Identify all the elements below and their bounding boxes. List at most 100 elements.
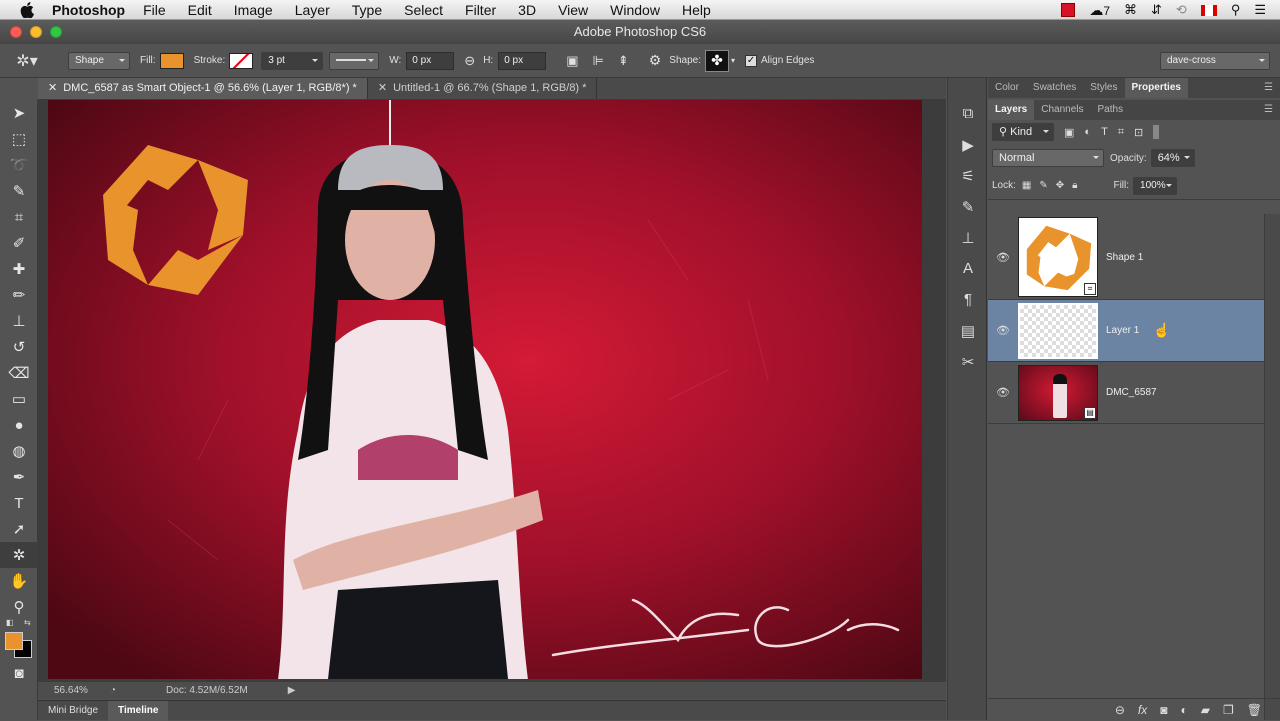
tab-properties[interactable]: Properties [1124, 78, 1188, 98]
lock-position-icon[interactable]: ✥ [1056, 180, 1064, 191]
menu-window[interactable]: Window [610, 2, 660, 18]
foreground-color-swatch[interactable] [5, 632, 23, 650]
tab-timeline[interactable]: Timeline [108, 700, 169, 721]
crop-tool-icon[interactable]: ⌗ [0, 204, 38, 230]
height-field[interactable]: 0 px [498, 51, 547, 70]
character-panel-icon[interactable]: A [948, 253, 988, 284]
type-tool-icon[interactable]: T [0, 490, 38, 516]
geometry-options-gear-icon[interactable]: ⚙ [649, 52, 662, 69]
add-mask-icon[interactable]: ◙ [1160, 703, 1167, 717]
layer-filter-select[interactable]: ⚲ Kind [992, 123, 1054, 141]
shape-picker[interactable]: ✤ [705, 49, 729, 72]
visibility-eye-icon[interactable]: 👁︎ [988, 251, 1018, 264]
quick-mask-icon[interactable]: ◙ [0, 660, 38, 686]
fill-color-swatch[interactable] [159, 52, 184, 69]
eraser-tool-icon[interactable]: ⌫ [0, 360, 38, 386]
stroke-width-field[interactable]: 3 pt [261, 51, 324, 70]
filter-type-icon[interactable]: T [1101, 126, 1108, 138]
menu-layer[interactable]: Layer [295, 2, 330, 18]
custom-shape-tool-preset-icon[interactable]: ✲▾ [0, 51, 54, 71]
path-operations-icon[interactable]: ▣ [566, 53, 578, 69]
spotlight-search-icon[interactable]: ⚲ [1231, 2, 1241, 18]
info-panel-icon[interactable]: ▤ [948, 315, 988, 346]
layers-scrollbar[interactable] [1264, 214, 1280, 720]
menu-edit[interactable]: Edit [188, 2, 212, 18]
time-machine-icon[interactable]: ⟲ [1176, 2, 1187, 18]
app-menu[interactable]: Photoshop [52, 2, 125, 18]
opacity-field[interactable]: 64% [1150, 149, 1195, 167]
layer-row-layer-1[interactable]: 👁︎ Layer 1 ☝ [988, 300, 1264, 362]
swap-colors-icon[interactable]: ⇆ [24, 618, 31, 627]
tab-paths[interactable]: Paths [1091, 100, 1131, 120]
clone-stamp-tool-icon[interactable]: ⊥ [0, 308, 38, 334]
close-tab-icon[interactable]: ✕ [48, 82, 57, 94]
menu-3d[interactable]: 3D [518, 2, 536, 18]
flag-icon[interactable] [1200, 4, 1217, 16]
tab-mini-bridge[interactable]: Mini Bridge [38, 705, 108, 716]
tab-swatches[interactable]: Swatches [1026, 78, 1083, 98]
status-info-icon[interactable]: ◔ [110, 685, 116, 696]
tab-channels[interactable]: Channels [1034, 100, 1090, 120]
zoom-level[interactable]: 56.64% [54, 685, 104, 696]
menu-help[interactable]: Help [682, 2, 711, 18]
zoom-tool-icon[interactable]: ⚲ [0, 594, 38, 620]
gradient-tool-icon[interactable]: ▭ [0, 386, 38, 412]
layer-name[interactable]: Layer 1 [1106, 325, 1139, 336]
align-edges-checkbox[interactable]: ✓ [745, 54, 758, 67]
clone-source-icon[interactable]: ⊥ [948, 222, 988, 253]
tab-layers[interactable]: Layers [988, 100, 1035, 120]
fill-field[interactable]: 100% [1133, 176, 1178, 195]
menu-type[interactable]: Type [352, 2, 382, 18]
close-window-button[interactable] [10, 26, 22, 38]
brush-tool-icon[interactable]: ✏ [0, 282, 38, 308]
filter-adjustment-icon[interactable]: ◐ [1084, 126, 1091, 138]
width-field[interactable]: 0 px [406, 51, 455, 70]
visibility-eye-icon[interactable]: 👁︎ [988, 324, 1018, 337]
creative-cloud-icon[interactable]: ☁7 [1089, 2, 1110, 19]
new-layer-icon[interactable]: ❐ [1223, 703, 1234, 717]
quick-selection-tool-icon[interactable]: ✎ [0, 178, 38, 204]
tool-presets-icon[interactable]: ✂ [948, 346, 988, 377]
apple-icon[interactable] [20, 1, 38, 18]
layer-name[interactable]: Shape 1 [1106, 252, 1143, 263]
tab-color[interactable]: Color [988, 78, 1026, 98]
path-alignment-icon[interactable]: ⊫ [593, 53, 604, 69]
close-tab-icon[interactable]: ✕ [378, 82, 387, 94]
eyedropper-tool-icon[interactable]: ✐ [0, 230, 38, 256]
menu-view[interactable]: View [558, 2, 588, 18]
default-colors-icon[interactable]: ◧ [6, 618, 14, 627]
layer-row-dmc-6587[interactable]: 👁︎ ▤ DMC_6587 [988, 362, 1264, 424]
menu-image[interactable]: Image [234, 2, 273, 18]
lock-pixels-icon[interactable]: ✎ [1039, 180, 1047, 191]
menu-filter[interactable]: Filter [465, 2, 496, 18]
layer-row-shape-1[interactable]: 👁︎ ⌗ Shape 1 [988, 215, 1264, 300]
history-panel-icon[interactable]: ⧉ [948, 98, 988, 129]
tab-styles[interactable]: Styles [1083, 78, 1124, 98]
menu-file[interactable]: File [143, 2, 166, 18]
zoom-window-button[interactable] [50, 26, 62, 38]
stroke-type-select[interactable] [329, 51, 380, 70]
status-menu-arrow-icon[interactable]: ▶ [288, 685, 296, 696]
path-arrangement-icon[interactable]: ⇞ [618, 53, 629, 69]
layer-name[interactable]: DMC_6587 [1106, 387, 1157, 398]
new-group-folder-icon[interactable]: ▰ [1201, 703, 1210, 717]
adjustments-panel-icon[interactable]: ⚟ [948, 160, 988, 191]
path-selection-tool-icon[interactable]: ➚ [0, 516, 38, 542]
history-brush-tool-icon[interactable]: ↺ [0, 334, 38, 360]
tool-mode-select[interactable]: Shape [68, 51, 130, 70]
document-canvas-area[interactable] [38, 99, 946, 682]
menu-select[interactable]: Select [404, 2, 443, 18]
lock-all-icon[interactable]: 🔒︎ [1072, 180, 1077, 191]
shape-picker-chevron-icon[interactable]: ▾ [731, 56, 735, 65]
panel-menu-icon[interactable]: ☰ [1257, 78, 1280, 98]
workspace-select[interactable]: dave-cross [1160, 51, 1270, 70]
actions-play-icon[interactable]: ▶ [948, 129, 988, 160]
brush-presets-icon[interactable]: ✎ [948, 191, 988, 222]
sync-icon[interactable]: ⇵ [1151, 2, 1162, 18]
tab-document-1[interactable]: ✕ DMC_6587 as Smart Object-1 @ 56.6% (Lay… [38, 78, 368, 99]
custom-shape-tool-icon[interactable]: ✲ [0, 542, 38, 568]
blend-mode-select[interactable]: Normal [992, 149, 1104, 167]
new-adjustment-layer-icon[interactable]: ◐ [1181, 703, 1188, 717]
minimize-window-button[interactable] [30, 26, 42, 38]
hand-tool-icon[interactable]: ✋ [0, 568, 38, 594]
